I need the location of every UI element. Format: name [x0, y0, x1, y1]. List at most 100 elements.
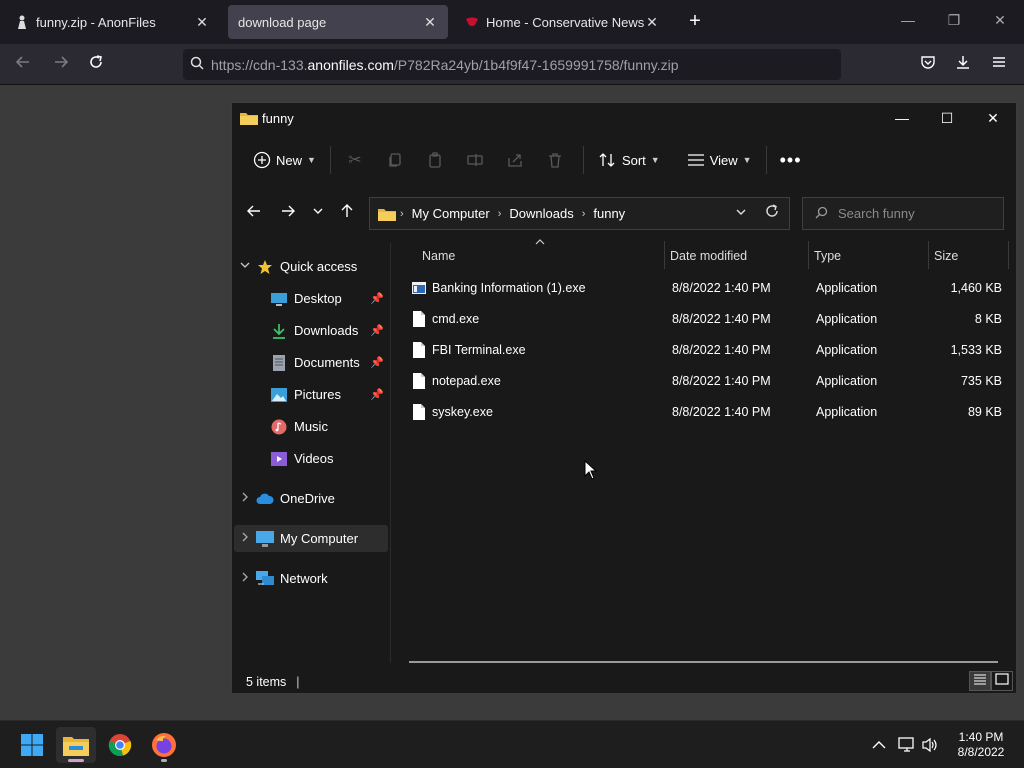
column-header-name[interactable]: Name [422, 243, 455, 269]
window-title: funny [262, 110, 294, 126]
network-icon [256, 570, 274, 587]
tiles-view-icon[interactable] [991, 671, 1013, 691]
column-separator[interactable] [664, 241, 665, 269]
breadcrumb-chevron-icon: › [581, 207, 586, 220]
cut-button[interactable]: ✂ [337, 144, 377, 176]
column-header-type[interactable]: Type [814, 243, 841, 269]
nav-quick-access[interactable]: Quick access [234, 253, 388, 280]
close-window-icon[interactable]: ✕ [990, 12, 1010, 29]
new-button[interactable]: New ▼ [244, 144, 324, 176]
close-tab-icon[interactable]: ✕ [644, 14, 660, 31]
blank-file-icon [413, 404, 425, 420]
view-button[interactable]: View ▼ [678, 144, 760, 176]
nav-videos[interactable]: Videos [234, 445, 388, 472]
new-tab-button[interactable]: + [684, 10, 706, 32]
taskbar-file-explorer[interactable] [56, 727, 96, 763]
minimize-icon[interactable]: — [898, 12, 918, 28]
table-row[interactable]: FBI Terminal.exe 8/8/2022 1:40 PM Applic… [402, 336, 1002, 364]
search-input[interactable]: Search funny [802, 197, 1004, 230]
show-hidden-icons-chevron-icon[interactable] [872, 737, 886, 753]
menu-icon[interactable] [988, 54, 1010, 76]
pocket-icon[interactable] [917, 54, 939, 76]
table-row[interactable]: syskey.exe 8/8/2022 1:40 PM Application … [402, 398, 1002, 426]
address-bar[interactable]: › My Computer › Downloads › funny [369, 197, 790, 230]
copy-button[interactable] [377, 144, 417, 176]
file-name: syskey.exe [432, 405, 493, 419]
system-clock[interactable]: 1:40 PM 8/8/2022 [950, 730, 1012, 760]
breadcrumb-my-computer[interactable]: My Computer [412, 206, 490, 221]
nav-my-computer[interactable]: My Computer [234, 525, 388, 552]
back-icon[interactable] [12, 54, 34, 76]
rename-button[interactable] [457, 144, 497, 176]
address-dropdown-chevron-icon[interactable] [735, 206, 747, 221]
nav-onedrive[interactable]: OneDrive [234, 485, 388, 512]
column-header-date[interactable]: Date modified [670, 243, 747, 269]
command-bar: New ▼ ✂ Sort ▼ View ▼ ••• [232, 138, 1016, 182]
restore-icon[interactable]: ❐ [944, 12, 964, 29]
chevron-right-icon[interactable] [234, 572, 256, 585]
close-tab-icon[interactable]: ✕ [422, 14, 438, 31]
recent-locations-chevron-icon[interactable] [307, 204, 329, 224]
nav-documents[interactable]: Documents 📌 [234, 349, 388, 376]
taskbar-chrome[interactable] [100, 727, 140, 763]
column-header-size[interactable]: Size [934, 243, 958, 269]
file-date: 8/8/2022 1:40 PM [672, 312, 771, 326]
column-separator[interactable] [808, 241, 809, 269]
volume-icon[interactable] [921, 737, 939, 756]
nav-label: My Computer [280, 531, 359, 546]
delete-button[interactable] [537, 144, 577, 176]
address-row: › My Computer › Downloads › funny Search… [232, 196, 1016, 232]
tab-download-page[interactable]: download page ✕ [228, 5, 448, 39]
up-arrow-icon[interactable] [336, 204, 358, 224]
details-view-icon[interactable] [969, 671, 991, 691]
share-button[interactable] [497, 144, 537, 176]
tab-label: funny.zip - AnonFiles [36, 14, 156, 30]
chevron-down-icon[interactable] [234, 260, 256, 273]
close-window-icon[interactable]: ✕ [970, 103, 1016, 133]
pin-icon: 📌 [370, 389, 384, 401]
nav-network[interactable]: Network [234, 565, 388, 592]
minimize-icon[interactable]: — [879, 103, 925, 133]
network-status-icon[interactable] [898, 737, 916, 756]
file-type: Application [816, 343, 878, 357]
maximize-icon[interactable]: ☐ [924, 103, 970, 133]
more-options-button[interactable]: ••• [773, 144, 813, 176]
forward-icon[interactable] [50, 54, 72, 76]
url-bar[interactable]: https://cdn-133.anonfiles.com/P782Ra24yb… [183, 49, 841, 80]
cloud-icon [256, 491, 274, 507]
column-separator[interactable] [928, 241, 929, 269]
refresh-icon[interactable] [765, 204, 779, 223]
file-date: 8/8/2022 1:40 PM [672, 405, 771, 419]
close-tab-icon[interactable]: ✕ [194, 14, 210, 31]
horizontal-scrollbar[interactable] [409, 661, 998, 663]
tab-label: download page [238, 14, 327, 30]
chevron-right-icon[interactable] [234, 532, 256, 545]
explorer-title-bar[interactable]: funny — ☐ ✕ [232, 103, 1016, 133]
document-icon [270, 354, 288, 371]
pane-divider [390, 243, 391, 663]
sort-ascending-icon [535, 237, 545, 247]
download-arrow-icon [270, 323, 288, 339]
tab-conservative-news[interactable]: Home - Conservative News and ✕ [454, 5, 670, 39]
taskbar-firefox[interactable] [144, 727, 184, 763]
table-row[interactable]: cmd.exe 8/8/2022 1:40 PM Application 8 K… [402, 305, 1002, 333]
back-icon[interactable] [243, 204, 265, 224]
start-button[interactable] [12, 727, 52, 763]
table-row[interactable]: Banking Information (1).exe 8/8/2022 1:4… [402, 274, 1002, 302]
forward-icon[interactable] [277, 204, 299, 224]
folder-icon [378, 208, 396, 221]
breadcrumb-funny[interactable]: funny [593, 206, 625, 221]
column-separator[interactable] [1008, 241, 1009, 269]
nav-music[interactable]: Music [234, 413, 388, 440]
chevron-right-icon[interactable] [234, 492, 256, 505]
tab-anonfiles[interactable]: funny.zip - AnonFiles ✕ [4, 5, 220, 39]
reload-icon[interactable] [85, 54, 107, 76]
paste-button[interactable] [417, 144, 457, 176]
table-row[interactable]: notepad.exe 8/8/2022 1:40 PM Application… [402, 367, 1002, 395]
nav-pictures[interactable]: Pictures 📌 [234, 381, 388, 408]
nav-desktop[interactable]: Desktop 📌 [234, 285, 388, 312]
downloads-icon[interactable] [952, 54, 974, 76]
breadcrumb-downloads[interactable]: Downloads [509, 206, 573, 221]
sort-button[interactable]: Sort ▼ [590, 144, 668, 176]
nav-downloads[interactable]: Downloads 📌 [234, 317, 388, 344]
